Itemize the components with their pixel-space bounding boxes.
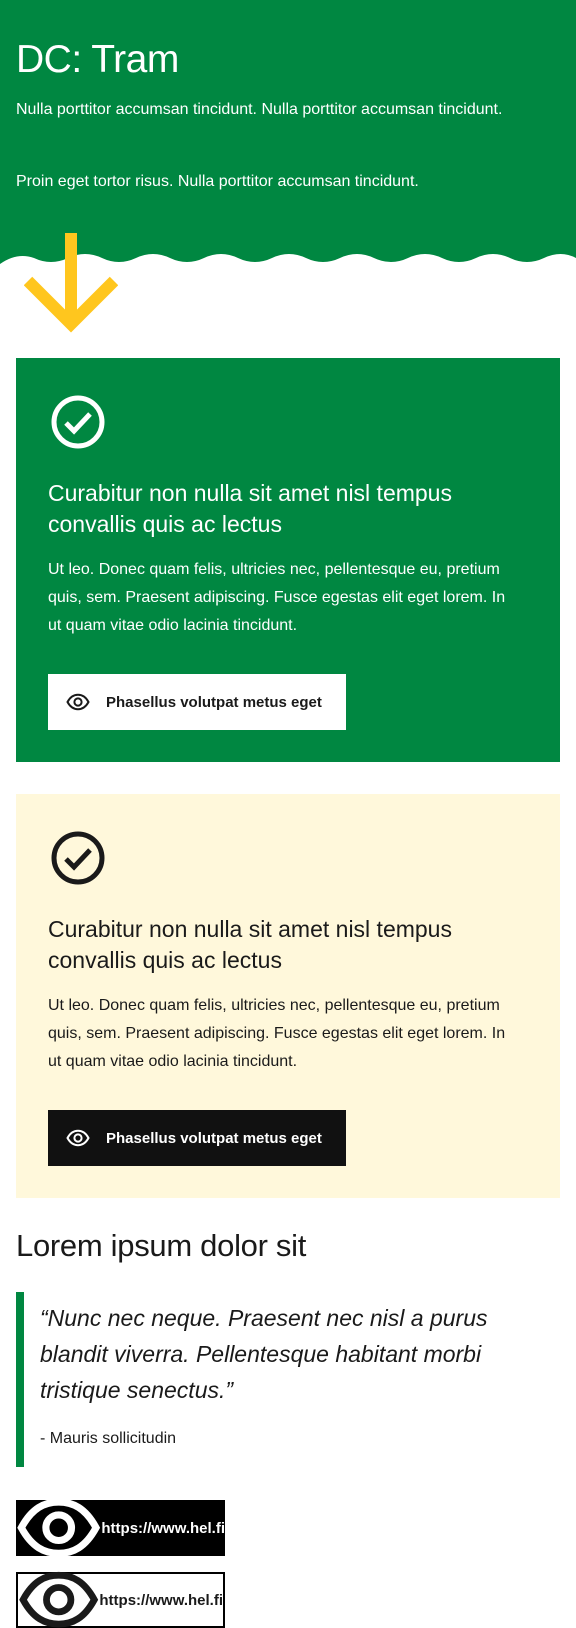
blockquote: “Nunc nec neque. Praesent nec nisl a pur…: [16, 1292, 546, 1467]
link-button-label: https://www.hel.fi: [99, 1591, 223, 1609]
eye-icon: [19, 1572, 99, 1628]
card-title: Curabitur non nulla sit amet nisl tempus…: [48, 916, 452, 973]
info-card-green: Curabitur non nulla sit amet nisl tempus…: [16, 358, 560, 762]
card-action-button[interactable]: Phasellus volutpat metus eget: [48, 674, 346, 730]
page-title: DC: Tram: [16, 38, 179, 81]
section-heading: Lorem ipsum dolor sit: [16, 1228, 307, 1263]
quote-text: “Nunc nec neque. Praesent nec nisl a pur…: [40, 1305, 488, 1403]
link-button-label: https://www.hel.fi: [101, 1519, 225, 1537]
eye-icon: [17, 1498, 101, 1558]
info-card-cream: Curabitur non nulla sit amet nisl tempus…: [16, 794, 560, 1198]
card-action-button-label: Phasellus volutpat metus eget: [106, 693, 322, 711]
link-button-outline[interactable]: https://www.hel.fi: [16, 1572, 225, 1628]
hero-paragraph: Proin eget tortor risus. Nulla porttitor…: [16, 173, 419, 190]
card-action-button-label: Phasellus volutpat metus eget: [106, 1129, 322, 1147]
card-body: Ut leo. Donec quam felis, ultricies nec,…: [48, 997, 506, 1070]
card-action-button[interactable]: Phasellus volutpat metus eget: [48, 1110, 346, 1166]
quote-citation: - Mauris sollicitudin: [40, 1430, 177, 1447]
link-button-dark[interactable]: https://www.hel.fi: [16, 1498, 225, 1558]
check-circle-icon: [51, 395, 105, 449]
hero-section: DC: Tram Nulla porttitor accumsan tincid…: [0, 0, 576, 272]
check-circle-icon: [51, 831, 105, 885]
eye-icon: [66, 1129, 90, 1147]
eye-icon: [66, 693, 90, 711]
arrow-down-icon: [24, 233, 118, 333]
card-body: Ut leo. Donec quam felis, ultricies nec,…: [48, 561, 506, 634]
hero-paragraph: Nulla porttitor accumsan tincidunt. Null…: [16, 101, 503, 118]
card-title: Curabitur non nulla sit amet nisl tempus…: [48, 480, 452, 537]
